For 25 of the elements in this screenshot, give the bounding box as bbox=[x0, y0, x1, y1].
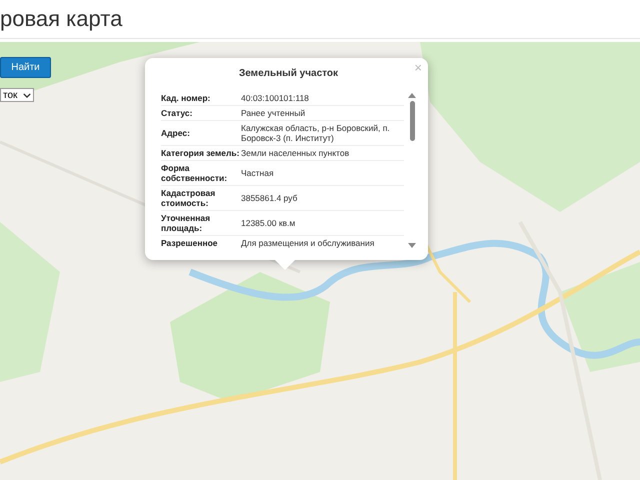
field-label: Разрешенное bbox=[161, 238, 219, 248]
field-label: Статус: bbox=[161, 108, 194, 118]
field-value: Ранее учтенный bbox=[241, 108, 306, 118]
scroll-down-icon[interactable] bbox=[408, 243, 416, 248]
scrollbar[interactable] bbox=[408, 91, 416, 250]
field-label: Форма собственности: bbox=[161, 163, 228, 183]
field-value: 12385.00 кв.м bbox=[241, 218, 296, 228]
scroll-thumb[interactable] bbox=[410, 101, 414, 141]
field-value: 3855861.4 руб bbox=[241, 193, 298, 203]
field-label: Кадастровая стоимость: bbox=[161, 188, 216, 208]
popup-title: Земельный участок bbox=[238, 68, 340, 79]
field-value: Для размещения и обслуживания bbox=[241, 238, 376, 248]
field-label: Уточненная площадь: bbox=[161, 213, 212, 233]
scroll-up-icon[interactable] bbox=[408, 93, 416, 98]
field-value: Частная bbox=[241, 168, 275, 178]
select-dropdown[interactable]: ток bbox=[0, 88, 34, 102]
search-button[interactable]: Найти bbox=[0, 57, 51, 78]
field-value: Земли населенных пунктов bbox=[241, 148, 350, 158]
field-value: 40:03:100101:118 bbox=[241, 93, 310, 103]
field-value: Калужская область, р-н Боровский, п. Боровск-3 (п. Институт) bbox=[241, 123, 391, 143]
field-label: Кад. номер: bbox=[161, 93, 212, 103]
caret-icon bbox=[23, 92, 31, 98]
page-title: ровая карта bbox=[0, 6, 122, 32]
field-label: Адрес: bbox=[161, 128, 191, 138]
field-label: Категория земель: bbox=[161, 148, 240, 158]
